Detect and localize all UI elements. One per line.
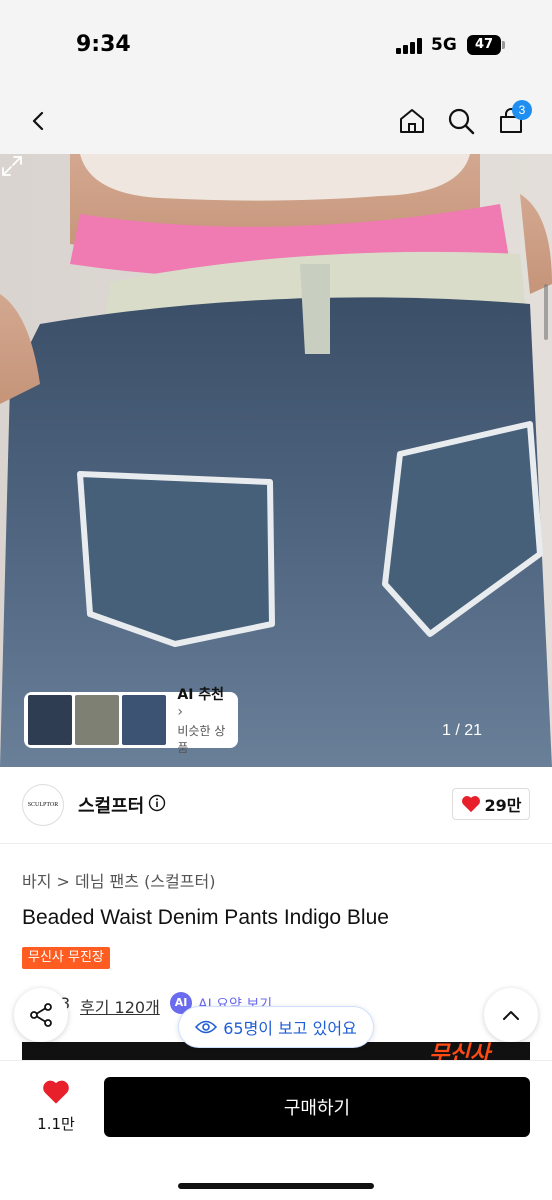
- cart-badge: 3: [512, 100, 532, 120]
- wishlist-count: 1.1만: [37, 1115, 75, 1133]
- bottom-bar: 1.1만 구매하기: [0, 1060, 552, 1200]
- category-breadcrumb[interactable]: 바지 > 데님 팬츠 (스컬프터): [22, 868, 215, 892]
- eye-icon: [195, 1020, 218, 1034]
- viewers-pill: 65명이 보고 있어요: [178, 1006, 374, 1048]
- scrollbar[interactable]: [544, 284, 548, 340]
- buy-button[interactable]: 구매하기: [104, 1077, 530, 1137]
- chevron-up-icon: [503, 1011, 519, 1020]
- network-label: 5G: [431, 35, 457, 55]
- brand-like-button[interactable]: 29만: [452, 788, 530, 820]
- share-button[interactable]: [14, 988, 68, 1042]
- review-link[interactable]: 후기 120개: [80, 994, 160, 1018]
- product-title: Beaded Waist Denim Pants Indigo Blue: [22, 906, 389, 929]
- brand-like-count: 29만: [484, 796, 522, 815]
- home-button[interactable]: [391, 100, 433, 142]
- scroll-top-button[interactable]: [484, 988, 538, 1042]
- product-photo: [0, 154, 552, 767]
- share-icon: [30, 1003, 52, 1027]
- similar-product-thumb-3[interactable]: [122, 695, 167, 745]
- product-image[interactable]: AI 추천 › 비슷한 상품 1 / 21: [0, 154, 552, 767]
- chevron-left-icon: [32, 111, 44, 131]
- search-button[interactable]: [440, 100, 482, 142]
- brand-name[interactable]: 스컬프터: [78, 792, 144, 818]
- wishlist-button[interactable]: 1.1만: [28, 1079, 84, 1139]
- image-counter: 1 / 21: [442, 722, 483, 739]
- ai-recommend-title: AI 추천: [177, 687, 225, 703]
- battery-icon: 47: [467, 35, 501, 55]
- top-nav: 3: [0, 92, 552, 154]
- home-indicator: [178, 1183, 374, 1189]
- expand-icon[interactable]: [0, 154, 24, 178]
- ai-recommend-text: AI 추천 › 비슷한 상품: [177, 684, 234, 756]
- similar-product-thumb-2[interactable]: [75, 695, 120, 745]
- info-icon[interactable]: [148, 794, 166, 812]
- home-icon: [400, 109, 424, 133]
- ai-recommend-card[interactable]: AI 추천 › 비슷한 상품: [24, 687, 238, 755]
- status-bar: 9:34 5G 47: [0, 0, 552, 92]
- battery-tip: [502, 41, 505, 49]
- similar-product-thumb-1[interactable]: [28, 695, 73, 745]
- event-badge: 무신사 무진장: [22, 947, 110, 969]
- chevron-right-icon: ›: [177, 704, 183, 720]
- signal-icon: [396, 38, 422, 54]
- heart-icon: [461, 796, 480, 813]
- brand-logo[interactable]: SCULPTOR: [22, 784, 64, 826]
- heart-icon: [43, 1080, 69, 1104]
- brand-row: SCULPTOR 스컬프터 29만: [0, 768, 552, 844]
- search-icon: [448, 108, 475, 135]
- status-time: 9:34: [76, 32, 131, 57]
- promo-text: 무신사: [429, 1042, 490, 1060]
- cart-button[interactable]: 3: [490, 100, 532, 142]
- back-button[interactable]: [18, 100, 60, 142]
- viewers-text: 65명이 보고 있어요: [223, 1019, 357, 1038]
- ai-recommend-subtitle: 비슷한 상품: [177, 724, 226, 755]
